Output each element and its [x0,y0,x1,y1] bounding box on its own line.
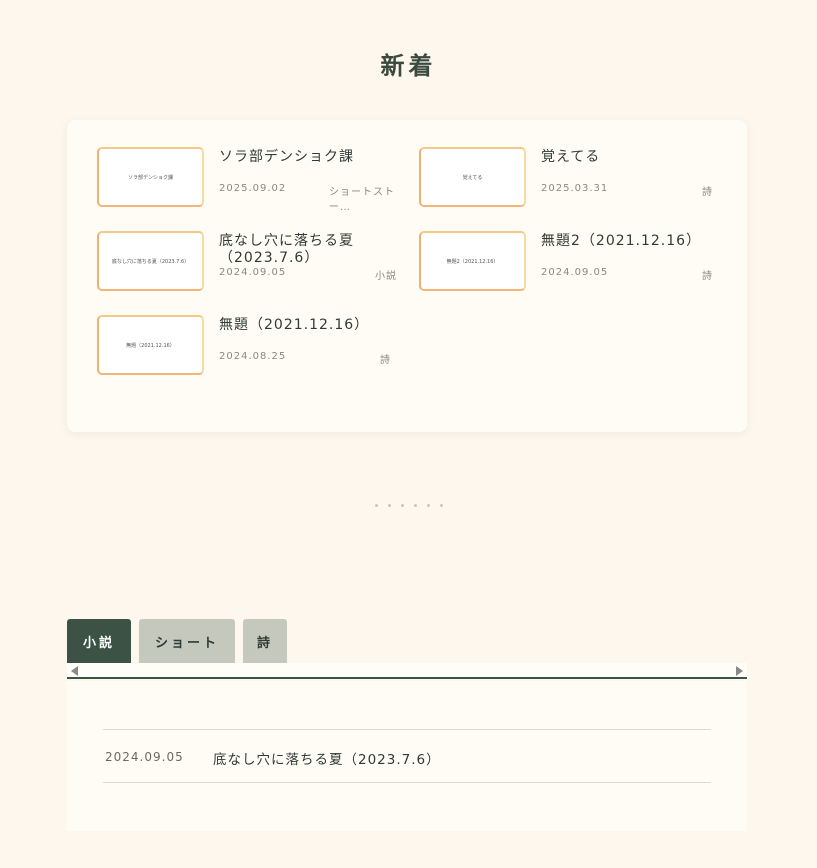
post-thumbnail[interactable]: 無題（2021.12.16） [97,315,204,375]
post-title[interactable]: 覚えてる [541,149,721,166]
scroll-left-icon[interactable] [71,666,78,676]
scroll-right-icon[interactable] [736,666,743,676]
dot [439,504,443,507]
thumbnail-text: 無題（2021.12.16） [126,342,175,349]
dot [426,504,430,507]
thumbnail-text: 覚えてる [462,174,483,181]
post-thumbnail[interactable]: ソラ部デンショク課 [97,147,204,207]
post-date: 2024.09.05 [541,267,609,278]
dot [387,504,391,507]
tab-short[interactable]: ショート [139,619,236,663]
post-item[interactable]: 無題（2021.12.16） 無題（2021.12.16） 2024.08.25… [97,315,397,377]
post-category: 詩 [380,355,391,366]
thumbnail-text: 無題2（2021.12.16） [446,258,499,265]
dot [413,504,417,507]
post-title[interactable]: ソラ部デンショク課 [219,149,399,166]
post-item[interactable]: 覚えてる 覚えてる 2025.03.31 詩 [419,147,719,209]
new-posts-card: ソラ部デンショク課 ソラ部デンショク課 2025.09.02 ショートストー… … [67,120,747,432]
list-title[interactable]: 底なし穴に落ちる夏（2023.7.6） [213,748,441,768]
post-category: 詩 [702,271,713,282]
post-date: 2025.03.31 [541,183,609,194]
post-title[interactable]: 無題2（2021.12.16） [541,233,721,250]
page-title: 新着 [380,52,437,80]
thumbnail-text: 底なし穴に落ちる夏（2023.7.6） [111,258,190,265]
dot [400,504,404,507]
post-thumbnail[interactable]: 底なし穴に落ちる夏（2023.7.6） [97,231,204,291]
tab-novel[interactable]: 小説 [67,619,132,663]
list-item[interactable]: 2024.09.05 底なし穴に落ちる夏（2023.7.6） [103,729,711,783]
post-date: 2025.09.02 [219,183,287,194]
post-category: 詩 [702,187,713,198]
post-item[interactable]: 無題2（2021.12.16） 無題2（2021.12.16） 2024.09.… [419,231,719,293]
post-category: 小説 [375,271,397,282]
post-date: 2024.09.05 [219,267,287,278]
list-date: 2024.09.05 [105,750,184,764]
pagination-dots [0,504,817,507]
tab-scrollbar[interactable] [67,663,747,679]
category-tabs: 小説 ショート 詩 [67,619,288,663]
post-item[interactable]: ソラ部デンショク課 ソラ部デンショク課 2025.09.02 ショートストー… [97,147,399,213]
post-thumbnail[interactable]: 無題2（2021.12.16） [419,231,526,291]
post-thumbnail[interactable]: 覚えてる [419,147,526,207]
tab-poem[interactable]: 詩 [243,619,288,663]
post-title[interactable]: 底なし穴に落ちる夏（2023.7.6） [219,233,399,267]
post-date: 2024.08.25 [219,351,287,362]
dot [374,504,378,507]
post-title[interactable]: 無題（2021.12.16） [219,317,399,334]
post-category: ショートストー… [329,187,395,213]
thumbnail-text: ソラ部デンショク課 [127,174,173,181]
post-item[interactable]: 底なし穴に落ちる夏（2023.7.6） 底なし穴に落ちる夏（2023.7.6） … [97,231,397,293]
tab-panel: 2024.09.05 底なし穴に落ちる夏（2023.7.6） [67,681,747,831]
